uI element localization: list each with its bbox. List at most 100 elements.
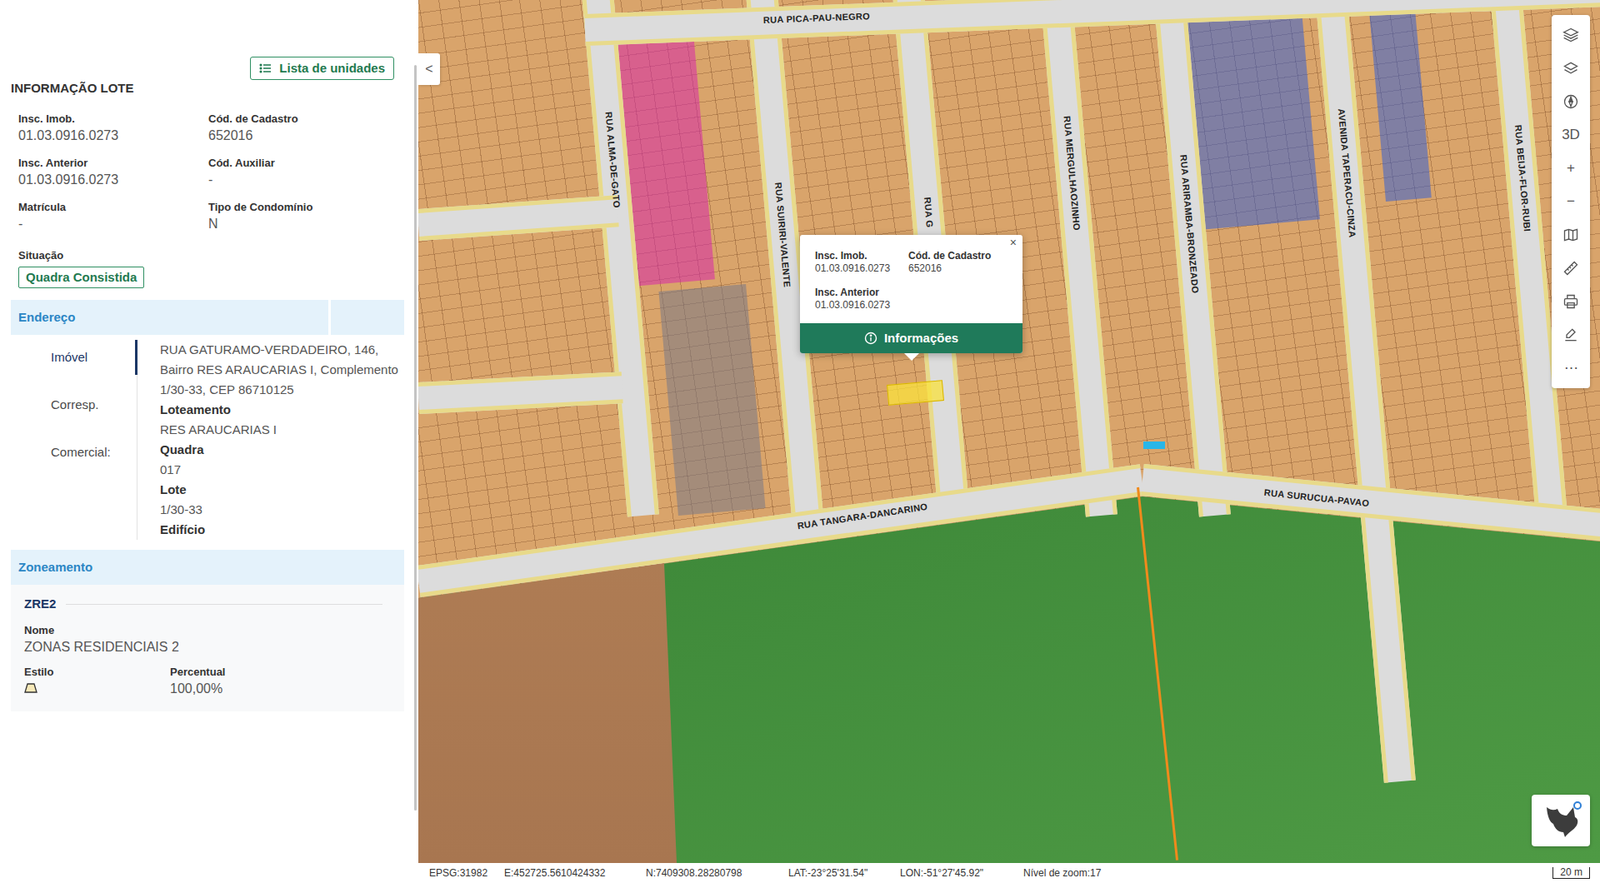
- address-tabs: Imóvel Corresp. Comercial:: [10, 340, 138, 540]
- field-value: 652016: [208, 126, 405, 145]
- address-tab[interactable]: Imóvel: [10, 340, 138, 375]
- lot-field: Insc. Imob.01.03.0916.0273: [18, 111, 209, 145]
- bird-logo-icon: [1538, 800, 1584, 841]
- toolbar-button[interactable]: ⋯: [1551, 351, 1590, 385]
- toolbar-label[interactable]: ⋯: [1564, 357, 1579, 380]
- panel-title: INFORMAÇÃO LOTE: [10, 80, 405, 97]
- detail-value: 1/30-33: [160, 500, 405, 520]
- info-panel: Lista de unidades INFORMAÇÃO LOTE Insc. Im…: [0, 0, 419, 883]
- toolbar-label[interactable]: +: [1566, 157, 1575, 180]
- map-icon: [1562, 226, 1580, 244]
- road: [584, 0, 1600, 46]
- field-value: 01.03.0916.0273: [18, 170, 209, 190]
- zoning-style: Estilo: [24, 665, 170, 700]
- popup-field-value: 652016: [908, 262, 1010, 275]
- popup-pointer: [904, 353, 920, 361]
- toolbar-button[interactable]: [1551, 51, 1590, 85]
- city-logo: [1531, 795, 1590, 847]
- zoning-percent: Percentual100,00%: [170, 665, 391, 700]
- popup-field-value: 01.03.0916.0273: [815, 262, 909, 275]
- address-header: Endereço: [10, 300, 405, 335]
- toolbar-button[interactable]: [1551, 218, 1590, 252]
- zoning-title: Zoneamento: [10, 550, 405, 585]
- field-label: Cód. de Cadastro: [208, 111, 405, 127]
- status-bar: EPSG:31982E:452725.5610424332N:7409308.2…: [418, 863, 1600, 883]
- layers-icon: [1562, 26, 1580, 44]
- ruler-icon: [1562, 260, 1580, 277]
- toolbar-button[interactable]: 3D: [1551, 118, 1590, 152]
- address-title: Endereço: [10, 300, 329, 335]
- address-text: RUA GATURAMO-VERDADEIRO, 146, Bairro RES…: [160, 340, 405, 400]
- detail-label: Edifício: [160, 520, 405, 540]
- popup-field-label: Insc. Anterior: [815, 286, 909, 300]
- toolbar-button[interactable]: +: [1551, 151, 1590, 185]
- zoning-grid: EstiloPercentual100,00%: [24, 665, 391, 700]
- layer-stack-icon: [1562, 60, 1580, 77]
- status-item: N:7409308.28280798: [645, 865, 789, 881]
- close-button[interactable]: ×: [1010, 235, 1017, 250]
- app-shell: Lista de unidades INFORMAÇÃO LOTE Insc. Im…: [0, 0, 1600, 883]
- zoning-name: ZONAS RESIDENCIAIS 2: [24, 638, 391, 657]
- list-icon: [259, 61, 273, 75]
- road: [418, 195, 620, 241]
- status-item: EPSG:31982: [429, 865, 505, 881]
- road: [1039, 0, 1118, 517]
- detail-value: 017: [160, 460, 405, 480]
- compass-icon: [1562, 93, 1580, 110]
- zoning-code-row: ZRE2: [24, 595, 391, 614]
- highlighted-block: [658, 284, 765, 516]
- toolbar-label[interactable]: −: [1566, 190, 1575, 213]
- zoning-body: ZRE2NomeZONAS RESIDENCIAIS 2EstiloPercen…: [10, 585, 405, 712]
- toolbar-label[interactable]: 3D: [1561, 124, 1580, 146]
- detail-label: Lote: [160, 480, 405, 500]
- lot-fields: Insc. Imob.01.03.0916.0273Cód. de Cadast…: [10, 96, 405, 234]
- address-body: Imóvel Corresp. Comercial: RUA GATURAMO-VER…: [10, 335, 405, 540]
- popup-field-label: Insc. Imob.: [815, 250, 909, 263]
- detail-label: Quadra: [160, 440, 405, 460]
- toolbar-button[interactable]: [1551, 85, 1590, 119]
- zoning-code: ZRE2: [24, 595, 56, 614]
- lot-popup: ×Insc. Imob.01.03.0916.0273Cód. de Cadas…: [800, 235, 1023, 354]
- zoning-percent-label: Percentual: [170, 665, 391, 680]
- toolbar-button[interactable]: [1551, 285, 1590, 319]
- field-value: N: [208, 215, 405, 234]
- units-list-label[interactable]: Lista de unidades: [279, 60, 385, 77]
- units-list-button[interactable]: Lista de unidades: [250, 56, 395, 80]
- zoning-style-label: Estilo: [24, 665, 170, 680]
- situation: SituaçãoQuadra Consistida: [10, 233, 405, 289]
- print-icon: [1562, 293, 1580, 310]
- popup-field: Insc. Imob.01.03.0916.0273: [815, 250, 909, 275]
- field-label: Cód. Auxiliar: [208, 155, 405, 171]
- popup-field-label: Cód. de Cadastro: [908, 250, 1010, 263]
- toolbar-button[interactable]: [1551, 18, 1590, 52]
- info-button[interactable]: Informações: [800, 323, 1023, 354]
- status-item: LON:-51°27'45.92": [900, 865, 1024, 881]
- map-toolbar: 3D + − ⋯: [1551, 15, 1590, 389]
- road: [418, 371, 624, 415]
- popup-field: Cód. de Cadastro652016: [908, 250, 1010, 275]
- scrollbar[interactable]: [414, 65, 417, 811]
- divider: [65, 604, 383, 605]
- address-tab[interactable]: Corresp.: [10, 387, 138, 423]
- collapse-panel-button[interactable]: <: [418, 53, 440, 85]
- lot-field: Insc. Anterior01.03.0916.0273: [18, 155, 209, 190]
- field-label: Insc. Imob.: [18, 111, 209, 127]
- zoning-header: Zoneamento: [10, 550, 405, 585]
- address-header-cell: [330, 300, 405, 335]
- toolbar-button[interactable]: [1551, 251, 1590, 285]
- panel-header: Lista de unidades: [10, 56, 405, 80]
- field-label: Insc. Anterior: [18, 155, 209, 171]
- address-tab[interactable]: Comercial:: [10, 435, 138, 470]
- toolbar-button[interactable]: [1551, 318, 1590, 352]
- pool: [1143, 441, 1165, 450]
- map-view[interactable]: RUA PICA-PAU-NEGRORUA ALMA-DE-GATORUA SU…: [418, 0, 1600, 864]
- info-button-label[interactable]: Informações: [884, 329, 959, 349]
- field-label: Matrícula: [18, 200, 209, 215]
- lot-field: Cód. Auxiliar-: [208, 155, 405, 190]
- popup-field-value: 01.03.0916.0273: [815, 299, 909, 312]
- detail-value: RES ARAUCARIAS I: [160, 420, 405, 440]
- lot-field: Tipo de CondomínioN: [208, 200, 405, 234]
- status-item: E:452725.5610424332: [504, 865, 646, 881]
- toolbar-button[interactable]: −: [1551, 185, 1590, 219]
- popup-field: Insc. Anterior01.03.0916.0273: [815, 286, 909, 312]
